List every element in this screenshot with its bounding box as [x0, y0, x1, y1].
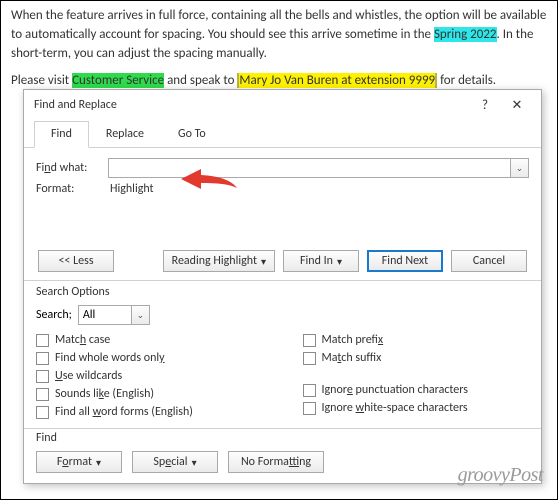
findwhat-dropdown[interactable]: ⌄	[511, 158, 529, 178]
chk-wordforms[interactable]	[36, 406, 49, 419]
findwhat-label: Find what:	[36, 161, 108, 175]
search-direction-select[interactable]: All	[78, 305, 132, 325]
chk-wholewords-label: Find whole words only	[55, 351, 165, 365]
dialog-body: Find what: ⌄ Format: Highlight << Less R…	[24, 148, 541, 425]
search-options-label: Search Options	[36, 285, 529, 299]
tab-goto-label: Go To	[178, 127, 206, 141]
chk-wordforms-label: Find all word forms (English)	[55, 405, 193, 419]
chk-sounds-label: Sounds like (English)	[55, 387, 154, 401]
help-button[interactable]: ?	[469, 98, 501, 113]
chk-wildcards[interactable]	[36, 370, 49, 383]
doc-p2-text-c: and speak to	[164, 73, 237, 88]
find-in-button[interactable]: Find In	[283, 250, 359, 272]
tab-replace[interactable]: Replace	[89, 121, 161, 148]
tab-find-label: Find	[51, 127, 72, 141]
special-button[interactable]: Special	[132, 451, 218, 473]
chk-sounds[interactable]	[36, 388, 49, 401]
search-direction-dropdown[interactable]: ⌄	[132, 305, 150, 325]
findwhat-input[interactable]	[108, 158, 511, 178]
chk-prefix[interactable]	[303, 334, 316, 347]
chk-wildcards-label: Use wildcards	[55, 369, 122, 383]
tab-replace-label: Replace	[106, 127, 144, 141]
chk-wholewords[interactable]	[36, 352, 49, 365]
chk-matchcase[interactable]	[36, 334, 49, 347]
format-label: Format:	[36, 182, 108, 196]
find-replace-dialog: Find and Replace ? ✕ Find Replace Go To …	[23, 89, 542, 484]
dialog-tabs: Find Replace Go To	[24, 120, 541, 148]
format-button[interactable]: Format	[36, 451, 122, 473]
find-next-button[interactable]: Find Next	[367, 250, 443, 272]
doc-p1-hl-spring: Spring 2022	[434, 27, 497, 42]
chk-punct-label: Ignore punctuation characters	[322, 383, 468, 397]
tab-find[interactable]: Find	[34, 121, 89, 148]
doc-p2-hl-cust: Customer Service	[72, 73, 164, 88]
chk-suffix[interactable]	[303, 352, 316, 365]
chk-prefix-label: Match prefix	[322, 333, 384, 347]
document-body: When the feature arrives in full force, …	[1, 1, 557, 102]
tab-goto[interactable]: Go To	[161, 121, 223, 148]
chk-white-label: Ignore white-space characters	[322, 401, 468, 415]
cancel-button[interactable]: Cancel	[451, 250, 527, 272]
search-direction-label: Search;	[36, 308, 72, 322]
chk-matchcase-label: Match case	[55, 333, 110, 347]
dialog-title: Find and Replace	[34, 98, 469, 112]
format-value: Highlight	[110, 182, 154, 196]
close-button[interactable]: ✕	[501, 98, 533, 113]
doc-p2-hl-name-outer: Mary Jo Van Buren at extension 9999	[237, 73, 437, 88]
chk-punct[interactable]	[303, 384, 316, 397]
chk-white[interactable]	[303, 402, 316, 415]
find-section-label: Find	[36, 431, 529, 445]
no-formatting-button[interactable]: No Formatting	[228, 451, 324, 473]
doc-p2-text-e: for details.	[437, 73, 496, 88]
dialog-titlebar[interactable]: Find and Replace ? ✕	[24, 90, 541, 120]
doc-p2-text-a: Please visit	[11, 73, 72, 88]
doc-p2-hl-name: Mary Jo Van Buren at extension 9999	[239, 73, 435, 88]
chk-suffix-label: Match suffix	[322, 351, 382, 365]
less-button[interactable]: << Less	[38, 250, 114, 272]
reading-highlight-button[interactable]: Reading Highlight	[163, 250, 275, 272]
